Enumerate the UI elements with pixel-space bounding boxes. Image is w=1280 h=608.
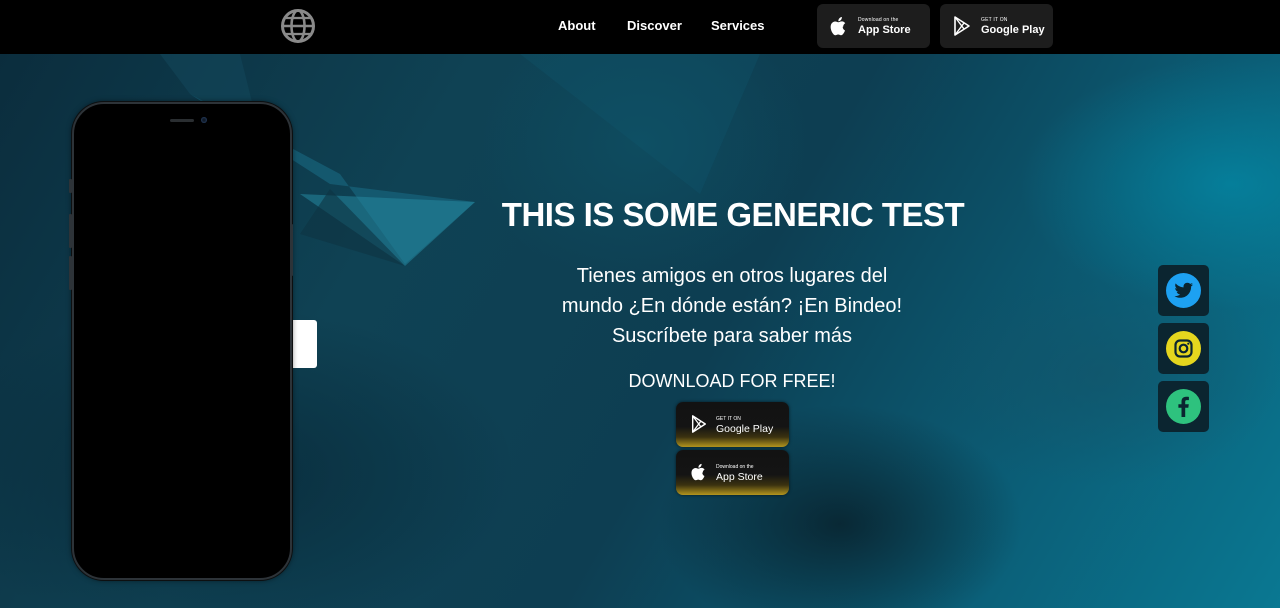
phone-speaker [170,119,194,122]
phone-power-button [290,224,293,276]
twitter-icon [1166,273,1201,308]
download-label: DOWNLOAD FOR FREE! [628,371,836,391]
apple-icon [830,17,846,36]
apple-icon [691,463,705,481]
google-play-icon [691,415,707,433]
app-store-label: App Store [716,471,763,483]
partial-white-card [290,320,317,368]
hero-subtitle: Tienes amigos en otros lugares del mundo… [532,261,932,351]
app-store-small-text: Download on the [858,17,899,23]
google-play-small-text: GET IT ON [716,416,741,422]
nav-google-play-button[interactable]: GET IT ON Google Play [940,4,1053,48]
facebook-button[interactable] [1158,381,1209,432]
instagram-button[interactable] [1158,323,1209,374]
google-play-small-text: GET IT ON [981,17,1008,23]
instagram-icon [1166,331,1201,366]
phone-side-button [69,214,72,248]
navbar: About Discover Services Download on the … [0,0,1280,54]
hero-google-play-button[interactable]: GET IT ON Google Play [676,402,789,447]
phone-side-button [69,256,72,290]
phone-mockup [69,102,293,580]
hero-app-store-button[interactable]: Download on the App Store [676,450,789,495]
hero-title: THIS IS SOME GENERIC TEST [501,196,965,233]
google-play-label: Google Play [716,423,774,435]
google-play-label: Google Play [981,24,1045,36]
phone-camera [201,117,207,123]
app-store-small-text: Download on the [716,464,754,470]
app-store-label: App Store [858,24,911,36]
facebook-icon [1166,389,1201,424]
twitter-button[interactable] [1158,265,1209,316]
nav-link-discover[interactable]: Discover [627,18,682,33]
hero-section: THIS IS SOME GENERIC TEST Tienes amigos … [0,54,1280,608]
nav-link-services[interactable]: Services [711,18,765,33]
globe-logo-icon[interactable] [280,8,316,44]
hero-subtitle-line: mundo ¿En dónde están? ¡En Bindeo! [561,295,903,317]
nav-link-about[interactable]: About [558,18,596,33]
nav-app-store-button[interactable]: Download on the App Store [817,4,930,48]
phone-side-button [69,179,72,193]
hero-subtitle-line: Suscríbete para saber más [611,325,853,347]
hero-subtitle-line: Tienes amigos en otros lugares del [576,265,888,287]
google-play-icon [954,16,970,36]
